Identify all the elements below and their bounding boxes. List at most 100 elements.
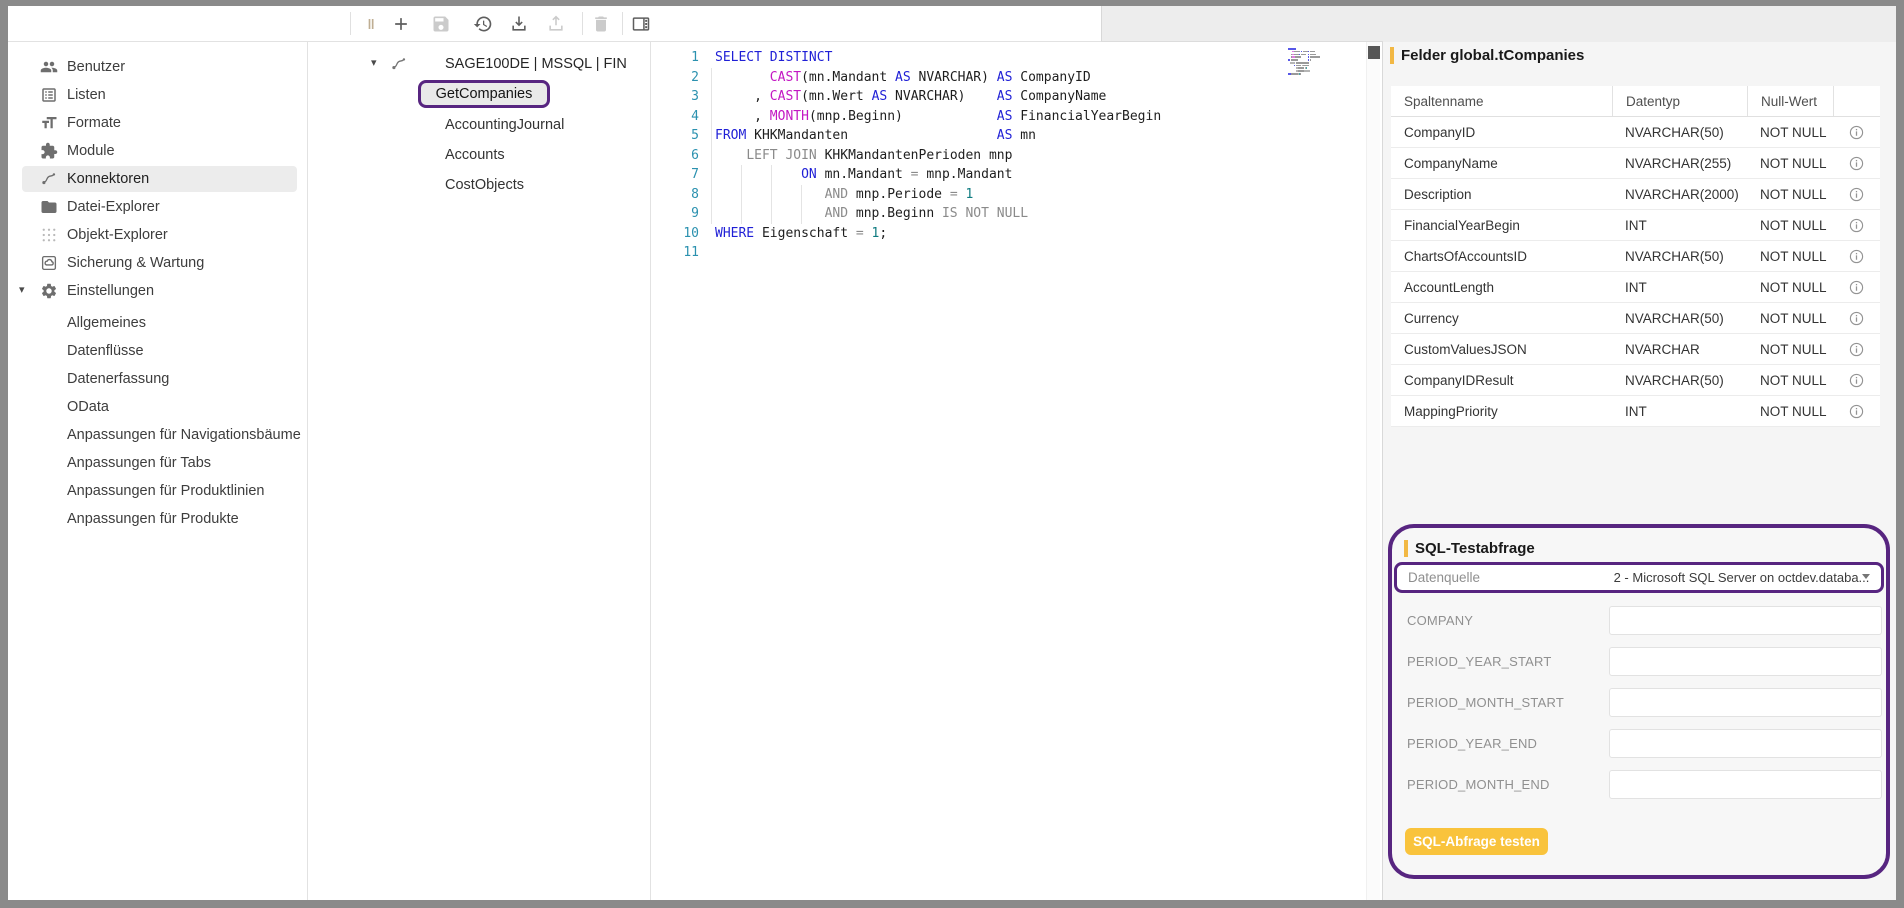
sidebar-subitem-datenfl-sse[interactable]: Datenflüsse xyxy=(8,337,307,365)
sidebar-item-benutzer[interactable]: Benutzer xyxy=(8,53,307,81)
param-input-period-month-end[interactable] xyxy=(1609,770,1882,799)
minimap-line xyxy=(1288,67,1350,69)
param-label: PERIOD_MONTH_END xyxy=(1407,770,1550,799)
gear-icon xyxy=(40,282,58,300)
code-token: mn xyxy=(1012,128,1035,143)
field-type-cell: NVARCHAR(255) xyxy=(1612,148,1747,178)
chevron-down-icon[interactable]: ▾ xyxy=(19,283,25,296)
info-icon[interactable] xyxy=(1833,210,1880,240)
param-row-company: COMPANY xyxy=(1394,606,1884,635)
sidebar-item-listen[interactable]: Listen xyxy=(8,81,307,109)
tree-item-accounts[interactable]: Accounts xyxy=(308,140,650,170)
sidebar: BenutzerListenFormateModuleKonnektorenDa… xyxy=(8,42,308,900)
tree-item-getcompanies[interactable]: GetCompanies xyxy=(308,80,650,110)
grid-icon xyxy=(40,226,58,244)
sidebar-item-objekt-explorer[interactable]: Objekt-Explorer xyxy=(8,221,307,249)
sql-test-button[interactable]: SQL-Abfrage testen xyxy=(1405,828,1548,855)
tree-item-accountingjournal[interactable]: AccountingJournal xyxy=(308,110,650,140)
code-line: LEFT JOIN KHKMandantenPerioden mnp xyxy=(715,146,1161,166)
sidebar-subitem-datenerfassung[interactable]: Datenerfassung xyxy=(8,365,307,393)
field-null-cell: NOT NULL xyxy=(1747,334,1833,364)
field-type-cell: INT xyxy=(1612,396,1747,426)
code-token: FinancialYearBegin xyxy=(1012,109,1161,124)
sql-editor[interactable]: 1234567891011 SELECT DISTINCT CAST(mn.Ma… xyxy=(651,42,1383,900)
code-token xyxy=(864,226,872,241)
line-number: 7 xyxy=(651,165,699,185)
restore-icon[interactable] xyxy=(469,10,497,38)
tree-item-label: AccountingJournal xyxy=(445,110,564,140)
sidebar-subitem-allgemeines[interactable]: Allgemeines xyxy=(8,309,307,337)
info-icon[interactable] xyxy=(1833,241,1880,271)
code-token: KHKMandantenPerioden mnp xyxy=(817,148,1013,163)
code-token: MONTH xyxy=(770,109,809,124)
scrollbar-thumb[interactable] xyxy=(1368,46,1380,59)
info-icon[interactable] xyxy=(1833,396,1880,426)
sql-code[interactable]: SELECT DISTINCT CAST(mn.Mandant AS NVARC… xyxy=(715,48,1161,263)
minimap-line xyxy=(1288,62,1350,64)
sidebar-subitem-anpassungen-f-r-navigationsb-ume[interactable]: Anpassungen für Navigationsbäume xyxy=(8,421,307,449)
datasource-select[interactable]: 2 - Microsoft SQL Server on octdev.datab… xyxy=(1602,565,1881,590)
field-name-cell: MappingPriority xyxy=(1391,396,1612,426)
field-type-cell: NVARCHAR(2000) xyxy=(1612,179,1747,209)
sidebar-subitem-odata[interactable]: OData xyxy=(8,393,307,421)
code-token: AS xyxy=(997,70,1013,85)
line-number: 10 xyxy=(651,224,699,244)
info-icon[interactable] xyxy=(1833,365,1880,395)
code-token: AS xyxy=(997,109,1013,124)
minimap[interactable] xyxy=(1288,48,1350,79)
sidebar-subitem-anpassungen-f-r-tabs[interactable]: Anpassungen für Tabs xyxy=(8,449,307,477)
panel-toggle-icon[interactable] xyxy=(627,10,655,38)
minimap-line xyxy=(1288,56,1350,58)
download-icon[interactable] xyxy=(505,10,533,38)
sidebar-subitem-anpassungen-f-r-produkte[interactable]: Anpassungen für Produkte xyxy=(8,505,307,533)
field-type-cell: NVARCHAR(50) xyxy=(1612,365,1747,395)
info-icon[interactable] xyxy=(1833,179,1880,209)
tree-root-sage100de[interactable]: ▾ SAGE100DE | MSSQL | FIN xyxy=(308,50,650,78)
param-input-period-year-start[interactable] xyxy=(1609,647,1882,676)
editor-scrollbar[interactable] xyxy=(1366,42,1380,900)
sidebar-item-module[interactable]: Module xyxy=(8,137,307,165)
field-name-cell: CompanyID xyxy=(1391,117,1612,147)
code-line: AND mnp.Beginn IS NOT NULL xyxy=(715,204,1161,224)
param-input-period-month-start[interactable] xyxy=(1609,688,1882,717)
fields-panel-title: Felder global.tCompanies xyxy=(1390,47,1584,64)
tree-item-label: CostObjects xyxy=(445,170,524,200)
field-name-cell: CustomValuesJSON xyxy=(1391,334,1612,364)
sidebar-item-sicherung-wartung[interactable]: Sicherung & Wartung xyxy=(8,249,307,277)
drag-handle-icon[interactable] xyxy=(357,10,385,38)
code-token: mnp.Periode xyxy=(848,187,950,202)
column-header-info xyxy=(1833,86,1880,116)
sidebar-subitem-anpassungen-f-r-produktlinien[interactable]: Anpassungen für Produktlinien xyxy=(8,477,307,505)
code-token: AS xyxy=(895,70,911,85)
column-header-null-wert: Null-Wert xyxy=(1747,86,1833,116)
info-icon[interactable] xyxy=(1833,272,1880,302)
datasource-label: Datenquelle xyxy=(1397,570,1602,585)
param-input-company[interactable] xyxy=(1609,606,1882,635)
code-token: AS xyxy=(872,89,888,104)
code-token: AND xyxy=(825,187,848,202)
code-token xyxy=(715,187,825,202)
param-input-period-year-end[interactable] xyxy=(1609,729,1882,758)
info-icon[interactable] xyxy=(1833,148,1880,178)
sql-test-section: SQL-Testabfrage Datenquelle 2 - Microsof… xyxy=(1388,524,1890,879)
sidebar-item-label: Datei-Explorer xyxy=(67,193,160,221)
sidebar-item-datei-explorer[interactable]: Datei-Explorer xyxy=(8,193,307,221)
field-name-cell: CompanyIDResult xyxy=(1391,365,1612,395)
code-token: (mn.Wert xyxy=(801,89,871,104)
chevron-down-icon[interactable]: ▾ xyxy=(371,56,377,69)
tree-item-costobjects[interactable]: CostObjects xyxy=(308,170,650,200)
info-icon[interactable] xyxy=(1833,117,1880,147)
module-icon xyxy=(40,142,58,160)
code-line: CAST(mn.Mandant AS NVARCHAR) AS CompanyI… xyxy=(715,68,1161,88)
sidebar-item-konnektoren[interactable]: Konnektoren xyxy=(8,165,307,193)
field-null-cell: NOT NULL xyxy=(1747,303,1833,333)
info-icon[interactable] xyxy=(1833,334,1880,364)
app-window: BenutzerListenFormateModuleKonnektorenDa… xyxy=(8,6,1896,900)
info-icon[interactable] xyxy=(1833,303,1880,333)
sidebar-item-formate[interactable]: Formate xyxy=(8,109,307,137)
minimap-line xyxy=(1288,70,1350,72)
indent-guide xyxy=(711,68,712,224)
sidebar-item-einstellungen[interactable]: ▾Einstellungen xyxy=(8,277,307,305)
sidebar-item-label: Formate xyxy=(67,109,121,137)
add-icon[interactable] xyxy=(387,10,415,38)
